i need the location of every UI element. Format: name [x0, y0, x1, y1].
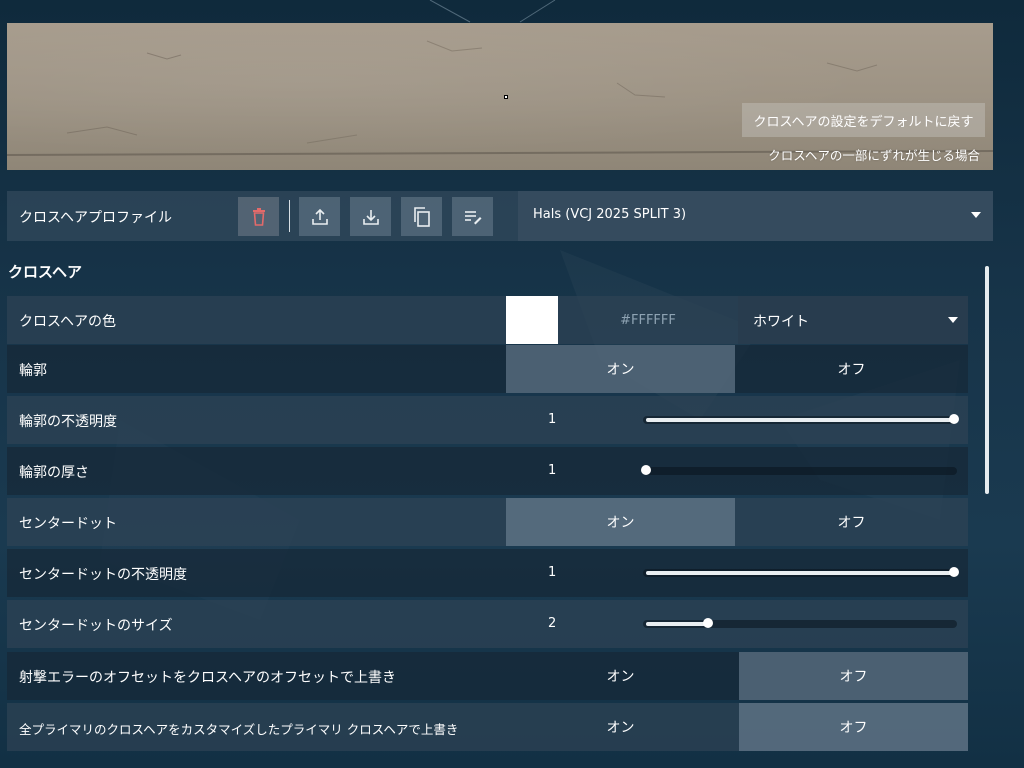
row-label: 射撃エラーのオフセットをクロスヘアのオフセットで上書き [19, 670, 397, 686]
row-override-all-primary: 全プライマリのクロスヘアをカスタマイズしたプライマリ クロスヘアで上書き オン … [7, 703, 968, 751]
chevron-down-icon [948, 317, 958, 323]
row-center-dot-opacity: センタードットの不透明度 1 [7, 549, 968, 597]
outline-opacity-slider[interactable] [643, 414, 959, 424]
override-primary-off-button[interactable]: オフ [739, 703, 968, 751]
hex-color-input[interactable]: #FFFFFF [558, 296, 738, 344]
center-dot-size-slider[interactable] [643, 618, 957, 628]
slider-value[interactable]: 1 [548, 565, 556, 580]
crosshair-profile-bar: クロスヘアプロファイル Hals (VCJ 2025 SPLIT 3) [7, 191, 993, 241]
slider-handle[interactable] [949, 414, 959, 424]
row-label: センタードットの不透明度 [19, 567, 187, 583]
outline-thickness-slider[interactable] [641, 465, 957, 475]
row-label: センタードットのサイズ [19, 618, 173, 634]
rename-profile-button[interactable] [452, 197, 493, 236]
crosshair-preview: クロスヘアの設定をデフォルトに戻す クロスヘアの一部にずれが生じる場合 [7, 23, 993, 170]
chevron-down-icon [971, 212, 981, 218]
row-outline-opacity: 輪郭の不透明度 1 [7, 396, 968, 444]
row-outline: 輪郭 オン オフ [7, 345, 968, 393]
offset-help-link[interactable]: クロスヘアの一部にずれが生じる場合 [768, 145, 980, 164]
export-profile-button[interactable] [299, 197, 340, 236]
copy-profile-button[interactable] [401, 197, 442, 236]
color-swatch[interactable] [506, 296, 558, 344]
row-crosshair-color: クロスヘアの色 #FFFFFF ホワイト [7, 296, 968, 344]
override-offset-off-button[interactable]: オフ [739, 652, 968, 700]
outline-on-button[interactable]: オン [506, 345, 735, 393]
import-profile-button[interactable] [350, 197, 391, 236]
center-dot-on-button[interactable]: オン [506, 498, 735, 546]
row-override-firing-error-offset: 射撃エラーのオフセットをクロスヘアのオフセットで上書き オン オフ [7, 652, 968, 700]
slider-fill [646, 418, 954, 422]
crosshair-center-dot [504, 95, 508, 99]
upload-icon [311, 208, 328, 225]
section-title-crosshair: クロスヘア [8, 263, 82, 281]
trash-icon [252, 207, 265, 226]
copy-icon [413, 206, 430, 227]
color-dropdown[interactable]: ホワイト [738, 296, 968, 344]
slider-handle[interactable] [641, 465, 651, 475]
reset-crosshair-button[interactable]: クロスヘアの設定をデフォルトに戻す [742, 103, 985, 137]
profile-label: クロスヘアプロファイル [19, 210, 173, 226]
delete-profile-button[interactable] [238, 197, 279, 236]
color-dropdown-value: ホワイト [753, 314, 809, 330]
row-center-dot: センタードット オン オフ [7, 498, 968, 546]
row-label: 輪郭の厚さ [19, 465, 89, 481]
rename-icon [464, 210, 481, 224]
row-label: 輪郭 [19, 363, 47, 379]
row-outline-thickness: 輪郭の厚さ 1 [7, 447, 968, 495]
slider-handle[interactable] [702, 618, 713, 628]
row-label: クロスヘアの色 [19, 314, 117, 330]
slider-value[interactable]: 1 [548, 463, 556, 478]
slider-handle[interactable] [949, 567, 959, 577]
slider-value[interactable]: 1 [548, 412, 556, 427]
toolbar-divider [289, 200, 290, 232]
slider-fill [646, 622, 708, 626]
outline-off-button[interactable]: オフ [735, 345, 968, 393]
row-label: 輪郭の不透明度 [19, 414, 117, 430]
row-center-dot-size: センタードットのサイズ 2 [7, 600, 968, 648]
settings-scrollbar[interactable] [985, 266, 989, 494]
slider-value[interactable]: 2 [548, 616, 556, 631]
profile-dropdown-value: Hals (VCJ 2025 SPLIT 3) [533, 207, 687, 222]
row-label: センタードット [19, 516, 117, 532]
slider-fill [646, 571, 954, 575]
override-primary-on-button[interactable]: オン [506, 703, 735, 751]
center-dot-opacity-slider[interactable] [643, 567, 959, 577]
override-offset-on-button[interactable]: オン [506, 652, 735, 700]
download-icon [362, 209, 379, 225]
profile-dropdown[interactable]: Hals (VCJ 2025 SPLIT 3) [518, 191, 993, 241]
center-dot-off-button[interactable]: オフ [735, 498, 968, 546]
row-label: 全プライマリのクロスヘアをカスタマイズしたプライマリ クロスヘアで上書き [19, 722, 459, 737]
